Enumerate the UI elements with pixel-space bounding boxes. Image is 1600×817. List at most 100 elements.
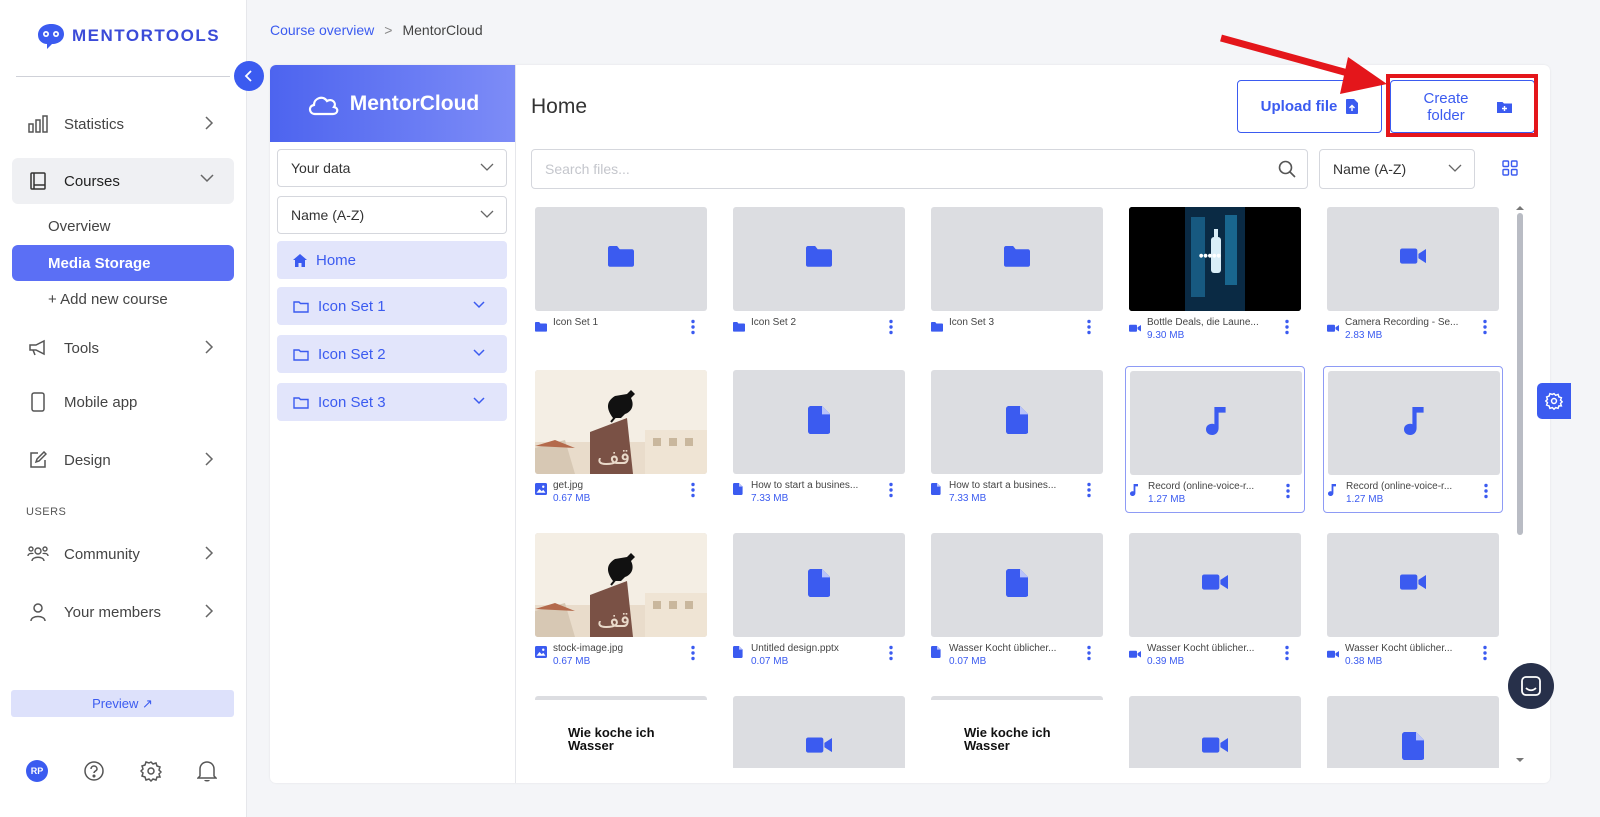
file-thumbnail[interactable]	[733, 696, 905, 768]
scroll-down-arrow-icon[interactable]	[1516, 757, 1524, 763]
tree-item-icon-set-1[interactable]: Icon Set 1	[277, 287, 507, 325]
sidebar-item-community[interactable]: Community	[12, 531, 234, 577]
file-card[interactable]: Wasser Kocht üblicher... 0.38 MB	[1323, 529, 1503, 676]
file-size: 9.30 MB	[1147, 330, 1185, 341]
sidebar-item-statistics[interactable]: Statistics	[12, 101, 234, 147]
file-card[interactable]: Wie koche ich Wasser	[531, 692, 711, 768]
more-options-icon[interactable]	[689, 319, 697, 335]
file-thumbnail[interactable]	[931, 207, 1103, 311]
file-thumbnail[interactable]: ●●●●●	[1129, 207, 1301, 311]
file-sort-select[interactable]: Name (A-Z)	[1319, 149, 1475, 189]
more-options-icon[interactable]	[1482, 483, 1490, 499]
file-card[interactable]	[1125, 692, 1305, 768]
file-thumbnail[interactable]	[931, 370, 1103, 474]
more-options-icon[interactable]	[887, 319, 895, 335]
file-thumbnail[interactable]	[1327, 696, 1499, 768]
file-card[interactable]	[1323, 692, 1503, 768]
scroll-up-arrow-icon[interactable]	[1516, 205, 1524, 211]
more-options-icon[interactable]	[887, 482, 895, 498]
more-options-icon[interactable]	[1085, 645, 1093, 661]
sidebar-item-design[interactable]: Design	[12, 437, 234, 483]
file-thumbnail[interactable]	[1130, 371, 1302, 475]
file-thumbnail[interactable]	[1327, 533, 1499, 637]
more-options-icon[interactable]	[1283, 645, 1291, 661]
help-icon[interactable]	[83, 760, 105, 782]
avatar[interactable]: RP	[26, 760, 48, 782]
file-card[interactable]: ●●●●● Bottle Deals, die Laune... 9.30 MB	[1125, 203, 1305, 350]
create-folder-button[interactable]: Create folder	[1390, 80, 1535, 133]
chat-launcher-button[interactable]	[1508, 663, 1554, 709]
file-thumbnail[interactable]	[1129, 696, 1301, 768]
file-size: 0.07 MB	[751, 656, 789, 667]
search-icon[interactable]	[1278, 160, 1296, 178]
file-thumbnail[interactable]: Wie koche ich Wasser	[535, 696, 707, 768]
sidebar-subitem-media-storage[interactable]: Media Storage	[12, 245, 234, 281]
file-card[interactable]: Icon Set 1	[531, 203, 711, 350]
file-thumbnail[interactable]	[733, 207, 905, 311]
file-card[interactable]: Record (online-voice-r... 1.27 MB	[1125, 366, 1305, 513]
file-thumbnail[interactable]	[1129, 533, 1301, 637]
chevron-down-icon[interactable]	[473, 397, 485, 405]
chevron-down-icon[interactable]	[473, 349, 485, 357]
sidebar-item-label: Courses	[64, 172, 120, 190]
sidebar-item-courses[interactable]: Courses	[12, 158, 234, 204]
settings-gear-icon[interactable]	[140, 760, 162, 782]
file-thumbnail[interactable]	[733, 370, 905, 474]
folder-icon	[608, 246, 634, 272]
breadcrumb: Course overview > MentorCloud	[270, 22, 483, 38]
data-source-select[interactable]: Your data	[277, 149, 507, 187]
file-card[interactable]: Wasser Kocht üblicher... 0.39 MB	[1125, 529, 1305, 676]
folder-plus-icon	[1497, 101, 1512, 113]
file-thumbnail[interactable]: قف	[535, 533, 707, 637]
more-options-icon[interactable]	[1481, 319, 1489, 335]
file-card[interactable]: Untitled design.pptx 0.07 MB	[729, 529, 909, 676]
file-thumbnail[interactable]	[1327, 207, 1499, 311]
grid-view-icon[interactable]	[1502, 160, 1518, 176]
breadcrumb-course-overview[interactable]: Course overview	[270, 22, 374, 38]
tree-item-home[interactable]: Home	[277, 241, 507, 279]
file-card[interactable]: قف get.jpg 0.67 MB	[531, 366, 711, 513]
more-options-icon[interactable]	[689, 645, 697, 661]
sidebar-subitem-overview[interactable]: Overview	[12, 208, 234, 244]
chevron-down-icon[interactable]	[473, 301, 485, 309]
more-options-icon[interactable]	[689, 482, 697, 498]
more-options-icon[interactable]	[1085, 482, 1093, 498]
file-card[interactable]: Camera Recording - Se... 2.83 MB	[1323, 203, 1503, 350]
search-input[interactable]	[532, 150, 1267, 188]
file-thumbnail[interactable]	[733, 533, 905, 637]
more-options-icon[interactable]	[1481, 645, 1489, 661]
upload-file-button[interactable]: Upload file	[1237, 80, 1382, 133]
file-card[interactable]: Wasser Kocht üblicher... 0.07 MB	[927, 529, 1107, 676]
tree-sort-select[interactable]: Name (A-Z)	[277, 196, 507, 234]
sidebar-collapse-button[interactable]	[234, 61, 264, 91]
file-card[interactable]: قف stock-image.jpg 0.67 MB	[531, 529, 711, 676]
more-options-icon[interactable]	[1283, 319, 1291, 335]
sidebar-item-your-members[interactable]: Your members	[12, 589, 234, 635]
file-name: Wasser Kocht üblicher...	[949, 643, 1057, 654]
logo[interactable]: MENTORTOOLS	[36, 22, 220, 50]
file-thumbnail[interactable]	[1328, 371, 1500, 475]
file-card[interactable]: Icon Set 2	[729, 203, 909, 350]
file-card[interactable]: How to start a busines... 7.33 MB	[729, 366, 909, 513]
file-thumbnail[interactable]: قف	[535, 370, 707, 474]
preview-button[interactable]: Preview ↗	[11, 690, 234, 717]
floating-settings-button[interactable]	[1537, 383, 1571, 419]
scrollbar-thumb[interactable]	[1517, 213, 1523, 535]
file-card[interactable]: Wie koche ich Wasser	[927, 692, 1107, 768]
file-thumbnail[interactable]	[535, 207, 707, 311]
file-card[interactable]: Icon Set 3	[927, 203, 1107, 350]
file-card[interactable]: Record (online-voice-r... 1.27 MB	[1323, 366, 1503, 513]
bell-icon[interactable]	[197, 760, 217, 782]
more-options-icon[interactable]	[887, 645, 895, 661]
file-thumbnail[interactable]	[931, 533, 1103, 637]
more-options-icon[interactable]	[1284, 483, 1292, 499]
sidebar-item-tools[interactable]: Tools	[12, 325, 234, 371]
file-card[interactable]	[729, 692, 909, 768]
file-card[interactable]: How to start a busines... 7.33 MB	[927, 366, 1107, 513]
sidebar-item-mobile-app[interactable]: Mobile app	[12, 379, 234, 425]
more-options-icon[interactable]	[1085, 319, 1093, 335]
sidebar-subitem-add-course[interactable]: + Add new course	[12, 281, 234, 317]
tree-item-icon-set-3[interactable]: Icon Set 3	[277, 383, 507, 421]
file-thumbnail[interactable]: Wie koche ich Wasser	[931, 696, 1103, 768]
tree-item-icon-set-2[interactable]: Icon Set 2	[277, 335, 507, 373]
